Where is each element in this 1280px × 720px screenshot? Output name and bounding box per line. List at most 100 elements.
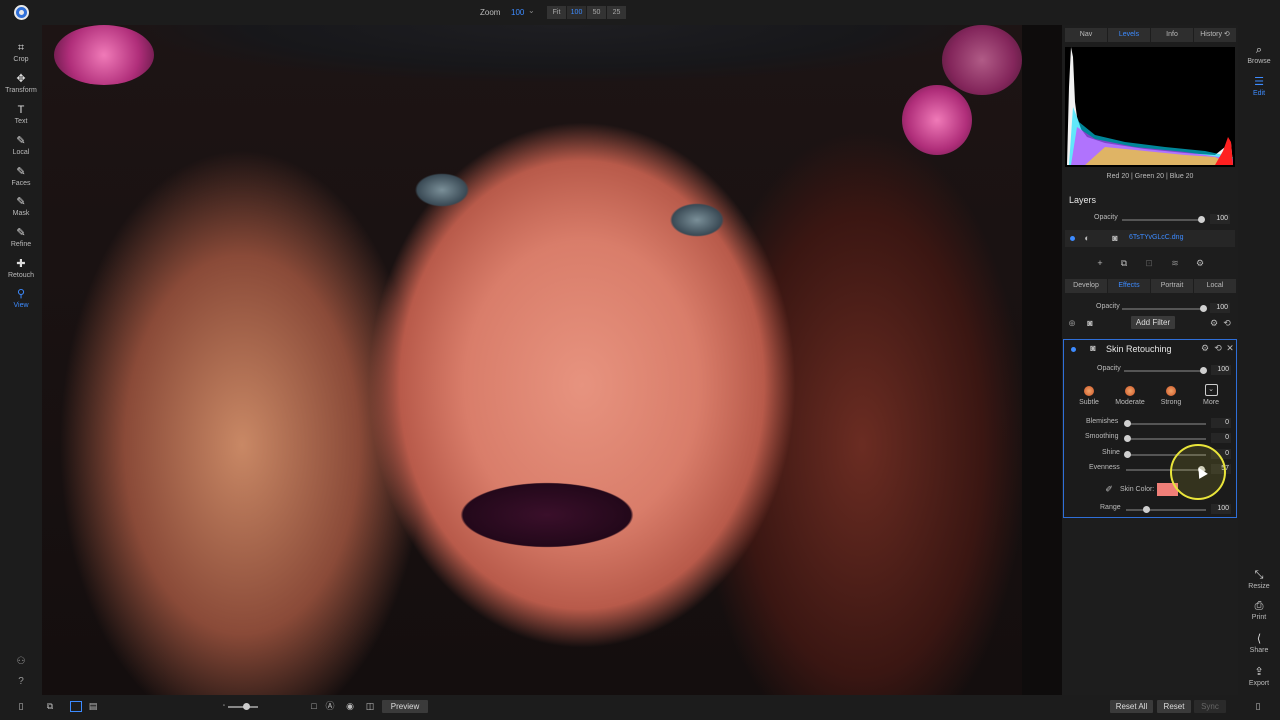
slider-knob[interactable] (1124, 420, 1131, 427)
module-browse[interactable]: ⌕ Browse (1238, 43, 1280, 65)
circle-icon[interactable]: ◉ (344, 701, 356, 712)
preset-label: Moderate (1115, 399, 1145, 406)
zoom-100-button[interactable]: 100 (567, 6, 586, 19)
thumbnail-size-slider[interactable] (228, 703, 258, 710)
effects-opacity-value[interactable]: 100 (1210, 303, 1230, 313)
sync-button[interactable]: Sync (1194, 700, 1226, 713)
preset-strong[interactable]: Strong (1154, 386, 1188, 406)
reset-icon[interactable]: ⟲ (1212, 342, 1224, 354)
close-icon[interactable]: ✕ (1224, 342, 1236, 354)
tool-text[interactable]: T Text (0, 103, 42, 125)
gear-icon[interactable]: ⚙ (1199, 342, 1211, 354)
shine-label: Shine (1102, 449, 1120, 456)
module-edit[interactable]: ☰ Edit (1238, 75, 1280, 97)
reset-all-button[interactable]: Reset All (1110, 700, 1153, 713)
evenness-label: Evenness (1089, 464, 1120, 471)
tool-label: Refine (10, 241, 32, 248)
slider-knob[interactable] (1198, 216, 1205, 223)
effects-opacity-slider[interactable] (1122, 305, 1207, 312)
blemishes-value[interactable]: 0 (1211, 418, 1231, 428)
preset-subtle[interactable]: Subtle (1072, 386, 1106, 406)
tab-local[interactable]: Local (1194, 279, 1236, 293)
slider-knob[interactable] (1143, 506, 1150, 513)
tab-effects[interactable]: Effects (1108, 279, 1150, 293)
zoom-presets: Fit 100 50 25 (547, 6, 626, 19)
module-resize[interactable]: ⤡ Resize (1238, 568, 1280, 590)
zoom-fit-button[interactable]: Fit (547, 6, 566, 19)
gear-icon[interactable]: ⚙ (1194, 257, 1206, 269)
module-print[interactable]: ⎙ Print (1238, 599, 1280, 621)
slider-knob[interactable] (1200, 367, 1207, 374)
tool-refine[interactable]: ✎ Refine (0, 226, 42, 248)
filmstrip-icon[interactable]: ⧉ (44, 701, 56, 712)
tool-view[interactable]: ⚲ View (0, 287, 42, 309)
duplicate-layer-icon[interactable]: ⧉ (1118, 257, 1130, 269)
reset-icon[interactable]: ⟲ (1221, 317, 1233, 329)
image-canvas[interactable] (42, 25, 1062, 695)
zoom-dropdown[interactable]: 100 (511, 8, 524, 17)
slider-knob[interactable] (243, 703, 250, 710)
blemishes-slider[interactable] (1124, 420, 1206, 427)
compare-view-icon[interactable]: ▤ (87, 701, 99, 712)
tool-crop[interactable]: ⌗ Crop (0, 41, 42, 63)
tool-transform[interactable]: ✥ Transform (0, 72, 42, 94)
range-slider[interactable] (1126, 506, 1206, 513)
mask-icon[interactable]: ◙ (1087, 342, 1099, 354)
stack-icon[interactable]: ≋ (1169, 257, 1181, 269)
tab-nav[interactable]: Nav (1065, 28, 1107, 42)
people-icon[interactable]: ⚇ (14, 656, 28, 670)
edit-sliders-icon: ☰ (1254, 76, 1264, 88)
auto-icon[interactable]: Ⓐ (324, 701, 336, 712)
filter-opacity-slider[interactable] (1124, 367, 1207, 374)
help-icon[interactable]: ? (14, 676, 28, 690)
toggle-right-panel-icon[interactable]: ▯ (1252, 701, 1264, 712)
compare-icon[interactable]: ◫ (364, 701, 376, 712)
layer-name: 6TsTYvGLcC.dng (1129, 234, 1184, 241)
filter-visibility-icon[interactable] (1071, 347, 1076, 352)
tool-retouch[interactable]: ✚ Retouch (0, 257, 42, 279)
reset-button[interactable]: Reset (1157, 700, 1191, 713)
range-value[interactable]: 100 (1211, 504, 1231, 514)
zoom-50-button[interactable]: 50 (587, 6, 606, 19)
mask-icon[interactable]: ◙ (1109, 232, 1121, 244)
lock-icon[interactable]: ⊕ (1066, 317, 1078, 329)
merge-layer-icon[interactable]: ⊡ (1143, 257, 1155, 269)
tab-levels[interactable]: Levels (1108, 28, 1150, 42)
tab-develop[interactable]: Develop (1065, 279, 1107, 293)
gear-icon[interactable]: ⚙ (1208, 317, 1220, 329)
preset-moderate[interactable]: Moderate (1113, 386, 1147, 406)
slider-knob[interactable] (1124, 451, 1131, 458)
slider-knob[interactable] (1200, 305, 1207, 312)
layers-opacity-value[interactable]: 100 (1210, 214, 1230, 224)
smoothing-slider[interactable] (1124, 435, 1206, 442)
chevron-down-icon[interactable]: ⌄ (528, 6, 535, 15)
tool-local[interactable]: ✎ Local (0, 134, 42, 156)
tool-mask[interactable]: ✎ Mask (0, 195, 42, 217)
add-layer-icon[interactable]: + (1094, 257, 1106, 269)
layer-item[interactable]: ◐ ◙ 6TsTYvGLcC.dng (1065, 230, 1235, 247)
toggle-left-panel-icon[interactable]: ▯ (15, 701, 27, 712)
tab-info[interactable]: Info (1151, 28, 1193, 42)
share-icon: ⟨ (1256, 633, 1262, 645)
app-logo-icon[interactable] (14, 5, 29, 20)
layer-visibility-icon[interactable] (1070, 236, 1075, 241)
add-filter-button[interactable]: Add Filter (1131, 316, 1175, 329)
tab-history[interactable]: History ⟲ (1194, 28, 1236, 42)
tab-portrait[interactable]: Portrait (1151, 279, 1193, 293)
module-export[interactable]: ⇪ Export (1238, 665, 1280, 687)
tool-faces[interactable]: ✎ Faces (0, 165, 42, 187)
tool-label: View (13, 302, 29, 309)
module-label: Share (1249, 647, 1269, 654)
single-view-icon[interactable] (70, 701, 82, 712)
slider-knob[interactable] (1124, 435, 1131, 442)
eyedropper-icon[interactable]: ✐ (1103, 483, 1115, 495)
filter-opacity-value[interactable]: 100 (1211, 365, 1231, 375)
module-share[interactable]: ⟨ Share (1238, 632, 1280, 654)
mask-icon[interactable]: ◙ (1084, 317, 1096, 329)
preview-button[interactable]: Preview (382, 700, 428, 713)
layers-opacity-slider[interactable] (1122, 216, 1205, 223)
mask-view-icon[interactable]: □ (308, 701, 320, 712)
zoom-25-button[interactable]: 25 (607, 6, 626, 19)
smoothing-value[interactable]: 0 (1211, 433, 1231, 443)
preset-more[interactable]: ⌄ More (1194, 384, 1228, 406)
